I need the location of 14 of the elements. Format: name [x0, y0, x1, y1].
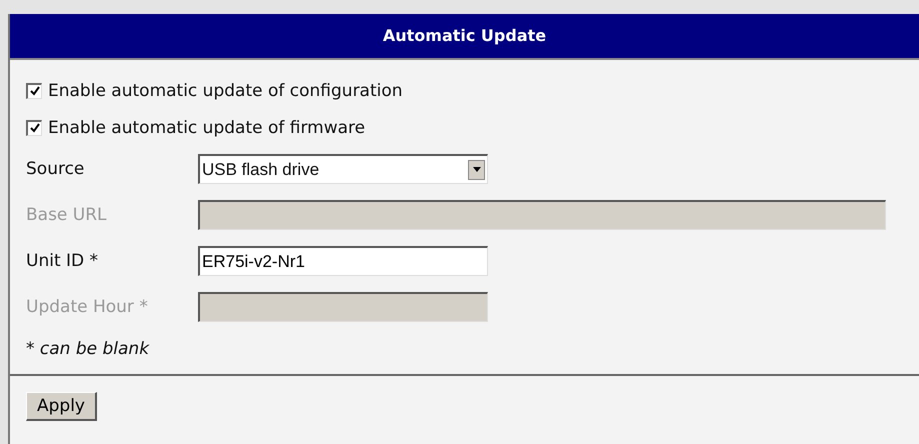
field-label: Base URL: [26, 205, 108, 225]
field-label: Update Hour *: [26, 297, 149, 317]
note-text: * can be blank: [26, 338, 150, 361]
input-field[interactable]: ER75i-v2-Nr1: [198, 246, 488, 276]
apply-button[interactable]: Apply: [26, 392, 97, 421]
source-dropdown[interactable]: USB flash drive: [198, 154, 488, 184]
field-label: Unit ID *: [26, 251, 100, 271]
field-label: Source: [26, 159, 86, 179]
checkbox-label: Enable automatic update of firmware: [48, 118, 366, 138]
panel-title: Automatic Update: [10, 14, 919, 60]
checkbox[interactable]: [26, 82, 42, 98]
checkbox[interactable]: [26, 120, 42, 136]
checkbox-label: Enable automatic update of configuration: [48, 80, 403, 100]
caret-icon: [472, 167, 480, 172]
